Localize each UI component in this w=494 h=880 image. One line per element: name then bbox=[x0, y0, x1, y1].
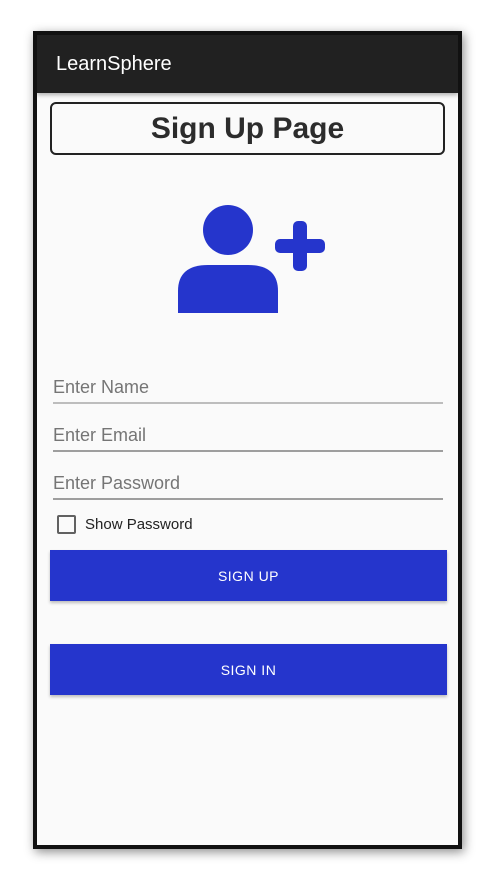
sign-up-button[interactable]: SIGN UP bbox=[50, 550, 447, 601]
email-field bbox=[53, 410, 443, 452]
email-input[interactable] bbox=[53, 425, 443, 446]
show-password-label: Show Password bbox=[85, 515, 193, 533]
page-title-box: Sign Up Page bbox=[50, 102, 445, 155]
page-title: Sign Up Page bbox=[150, 111, 345, 145]
name-input[interactable] bbox=[53, 377, 443, 398]
password-input[interactable] bbox=[53, 473, 443, 494]
show-password-checkbox[interactable] bbox=[57, 514, 76, 534]
phone-frame: LearnSphere Sign Up Page Show Password S… bbox=[33, 31, 462, 849]
app-bar: LearnSphere bbox=[37, 35, 458, 93]
show-password-row[interactable]: Show Password bbox=[57, 512, 193, 536]
name-field bbox=[53, 362, 443, 404]
add-user-icon bbox=[178, 205, 325, 313]
app-title: LearnSphere bbox=[56, 53, 172, 75]
password-field bbox=[53, 458, 443, 500]
sign-in-button[interactable]: SIGN IN bbox=[50, 644, 447, 695]
